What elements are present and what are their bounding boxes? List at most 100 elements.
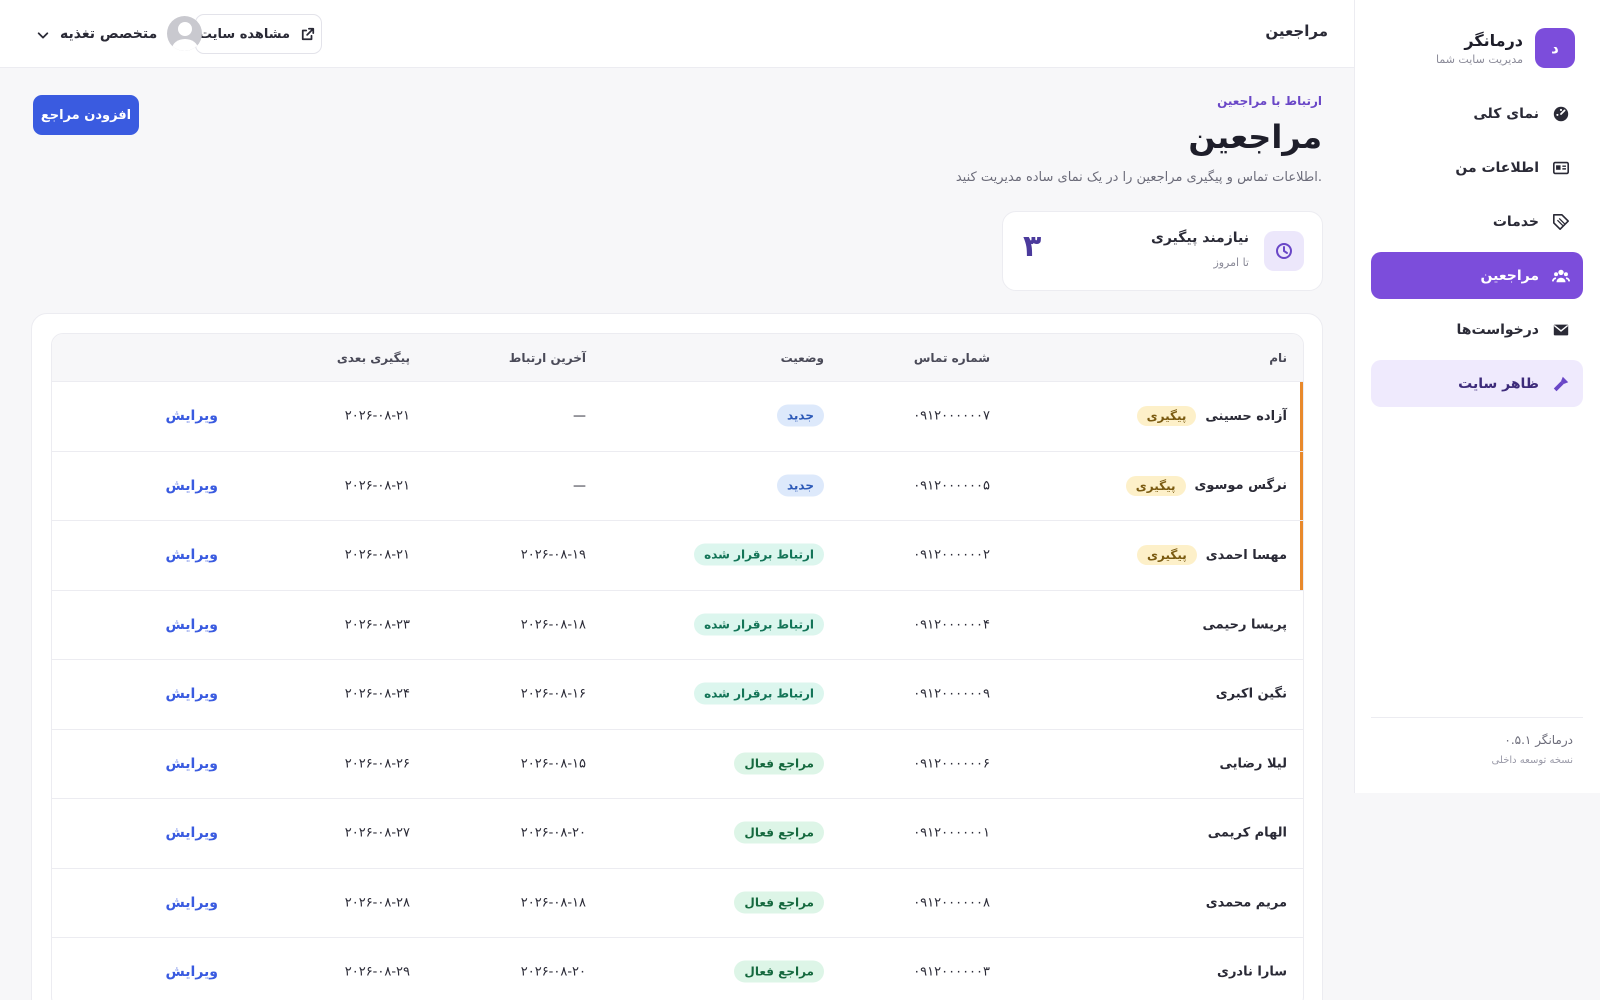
next-followup-date: ۲۰۲۶-۰۸-۲۱ bbox=[344, 408, 410, 424]
status-badge: مراجع فعال bbox=[734, 891, 824, 914]
sidebar-item-clients[interactable]: مراجعین bbox=[1371, 252, 1583, 299]
table-row[interactable]: آزاده حسینی پیگیری ۰۹۱۲۰۰۰۰۰۰۷ جدید — ۲۰۲۶-۰۸… bbox=[52, 382, 1303, 452]
client-name: لیلا رضایی bbox=[1219, 756, 1287, 772]
client-name: مریم محمدی bbox=[1205, 895, 1287, 911]
status-badge: ارتباط برقرار شده bbox=[694, 682, 824, 705]
table-row[interactable]: پریسا رحیمی ۰۹۱۲۰۰۰۰۰۰۴ ارتباط برقرار شده ۲… bbox=[52, 591, 1303, 660]
phone-number: ۰۹۱۲۰۰۰۰۰۰۹ bbox=[913, 686, 990, 702]
phone-number: ۰۹۱۲۰۰۰۰۰۰۲ bbox=[913, 547, 990, 563]
clients-table: نام شماره تماس وضعیت آخرین ارتباط پیگیری… bbox=[51, 333, 1304, 1000]
table-row[interactable]: سارا نادری ۰۹۱۲۰۰۰۰۰۰۳ مراجع فعال ۲۰۲۶-۰۸-۲… bbox=[52, 938, 1303, 1000]
edit-link[interactable]: ویرایش bbox=[165, 686, 218, 702]
stat-value: ۳ bbox=[1023, 229, 1042, 264]
column-header-last-contact: آخرین ارتباط bbox=[508, 350, 586, 365]
status-cell: ارتباط برقرار شده bbox=[694, 682, 824, 705]
page-description: اطلاعات تماس و پیگیری مراجعین را در یک ن… bbox=[955, 170, 1322, 185]
edit-link[interactable]: ویرایش bbox=[165, 547, 218, 563]
sidebar-divider bbox=[1371, 717, 1583, 718]
phone-number: ۰۹۱۲۰۰۰۰۰۰۳ bbox=[913, 964, 990, 980]
sidebar-item-overview[interactable]: نمای کلی bbox=[1371, 90, 1583, 137]
last-contact-date: ۲۰۲۶-۰۸-۱۵ bbox=[520, 756, 586, 772]
status-cell: جدید bbox=[776, 474, 824, 497]
client-name-cell: آزاده حسینی پیگیری bbox=[1136, 406, 1287, 427]
last-contact-date: ۲۰۲۶-۰۸-۱۸ bbox=[520, 617, 586, 633]
column-header-phone: شماره تماس bbox=[913, 350, 990, 365]
client-name: الهام کریمی bbox=[1207, 825, 1287, 841]
users-icon bbox=[1551, 266, 1571, 286]
sidebar-item-services[interactable]: خدمات bbox=[1371, 198, 1583, 245]
phone-number: ۰۹۱۲۰۰۰۰۰۰۶ bbox=[913, 756, 990, 772]
status-cell: مراجع فعال bbox=[734, 821, 824, 844]
table-row[interactable]: مریم محمدی ۰۹۱۲۰۰۰۰۰۰۸ مراجع فعال ۲۰۲۶-۰۸-۱… bbox=[52, 869, 1303, 938]
clients-table-card: نام شماره تماس وضعیت آخرین ارتباط پیگیری… bbox=[31, 313, 1323, 1000]
status-badge: ارتباط برقرار شده bbox=[694, 543, 824, 566]
client-name: آزاده حسینی bbox=[1205, 408, 1287, 424]
next-followup-date: ۲۰۲۶-۰۸-۲۴ bbox=[344, 686, 410, 702]
topbar-title: مراجعین bbox=[1265, 22, 1328, 40]
last-contact-date: ۲۰۲۶-۰۸-۲۰ bbox=[520, 964, 586, 980]
client-name: پریسا رحیمی bbox=[1202, 617, 1287, 633]
table-row[interactable]: نرگس موسوی پیگیری ۰۹۱۲۰۰۰۰۰۰۵ جدید — ۲۰۲۶-۰۸-… bbox=[52, 451, 1303, 521]
sidebar-item-label: ظاهر سایت bbox=[1458, 375, 1539, 392]
sidebar-item-my-info[interactable]: اطلاعات من bbox=[1371, 144, 1583, 191]
edit-link[interactable]: ویرایش bbox=[165, 617, 218, 633]
sidebar-item-label: درخواست‌ها bbox=[1456, 321, 1539, 338]
chevron-down-icon bbox=[36, 27, 50, 41]
status-cell: ارتباط برقرار شده bbox=[694, 613, 824, 636]
client-name-cell: سارا نادری bbox=[1217, 965, 1287, 980]
status-cell: مراجع فعال bbox=[734, 960, 824, 983]
version-info: درمانگر ۰.۵.۱ نسخه توسعه داخلی bbox=[1492, 733, 1573, 766]
followup-badge: پیگیری bbox=[1136, 406, 1197, 427]
status-badge: مراجع فعال bbox=[734, 821, 824, 844]
client-name: سارا نادری bbox=[1217, 964, 1287, 980]
phone-number: ۰۹۱۲۰۰۰۰۰۰۷ bbox=[913, 408, 990, 424]
stat-label: نیازمند پیگیری bbox=[1151, 230, 1249, 246]
last-contact-date: ۲۰۲۶-۰۸-۲۰ bbox=[520, 825, 586, 841]
table-header: نام شماره تماس وضعیت آخرین ارتباط پیگیری… bbox=[52, 334, 1303, 382]
user-name: متخصص تغذیه bbox=[60, 25, 158, 42]
edit-link[interactable]: ویرایش bbox=[165, 478, 218, 494]
status-cell: مراجع فعال bbox=[734, 891, 824, 914]
table-body: آزاده حسینی پیگیری ۰۹۱۲۰۰۰۰۰۰۷ جدید — ۲۰۲۶-۰۸… bbox=[52, 382, 1303, 1000]
next-followup-date: ۲۰۲۶-۰۸-۲۱ bbox=[344, 478, 410, 494]
sidebar-item-appearance[interactable]: ظاهر سایت bbox=[1371, 360, 1583, 407]
followup-badge: پیگیری bbox=[1137, 545, 1197, 566]
sidebar-item-label: اطلاعات من bbox=[1455, 159, 1539, 176]
next-followup-date: ۲۰۲۶-۰۸-۲۳ bbox=[344, 617, 410, 633]
client-name-cell: الهام کریمی bbox=[1208, 826, 1287, 841]
topbar: مراجعین مشاهده سایت متخصص تغذیه bbox=[0, 0, 1354, 68]
view-site-button[interactable]: مشاهده سایت bbox=[195, 14, 322, 54]
last-contact-date: ۲۰۲۶-۰۸-۱۶ bbox=[520, 686, 586, 702]
avatar bbox=[167, 16, 203, 51]
next-followup-date: ۲۰۲۶-۰۸-۲۹ bbox=[344, 964, 410, 980]
status-badge: مراجع فعال bbox=[734, 960, 824, 983]
user-menu[interactable]: متخصص تغذیه bbox=[36, 16, 203, 51]
edit-link[interactable]: ویرایش bbox=[165, 756, 218, 772]
status-badge: جدید bbox=[776, 474, 824, 497]
last-contact-date: — bbox=[573, 478, 586, 494]
next-followup-date: ۲۰۲۶-۰۸-۲۷ bbox=[344, 825, 410, 841]
edit-link[interactable]: ویرایش bbox=[165, 408, 218, 424]
edit-link[interactable]: ویرایش bbox=[165, 825, 218, 841]
edit-link[interactable]: ویرایش bbox=[165, 895, 218, 911]
brand[interactable]: د درمانگر مدیریت سایت شما bbox=[1436, 28, 1575, 68]
tag-icon bbox=[1551, 212, 1571, 232]
edit-link[interactable]: ویرایش bbox=[165, 964, 218, 980]
table-row[interactable]: نگین اکبری ۰۹۱۲۰۰۰۰۰۰۹ ارتباط برقرار شده ۲۰… bbox=[52, 660, 1303, 730]
page-title: مراجعین bbox=[1188, 118, 1322, 156]
sidebar-item-label: خدمات bbox=[1492, 213, 1539, 230]
add-client-button[interactable]: افزودن مراجع bbox=[33, 95, 139, 135]
brand-subtitle: مدیریت سایت شما bbox=[1435, 52, 1523, 66]
client-name-cell: پریسا رحیمی bbox=[1202, 617, 1287, 632]
client-name-cell: مهسا احمدی پیگیری bbox=[1137, 545, 1287, 566]
table-row[interactable]: الهام کریمی ۰۹۱۲۰۰۰۰۰۰۱ مراجع فعال ۲۰۲۶-۰۸-… bbox=[52, 799, 1303, 869]
phone-number: ۰۹۱۲۰۰۰۰۰۰۴ bbox=[913, 617, 990, 633]
last-contact-date: — bbox=[573, 408, 586, 424]
table-row[interactable]: مهسا احمدی پیگیری ۰۹۱۲۰۰۰۰۰۰۲ ارتباط برقرار… bbox=[52, 521, 1303, 591]
table-row[interactable]: لیلا رضایی ۰۹۱۲۰۰۰۰۰۰۶ مراجع فعال ۲۰۲۶-۰۸-۱… bbox=[52, 730, 1303, 799]
next-followup-date: ۲۰۲۶-۰۸-۲۶ bbox=[344, 756, 410, 772]
client-name: نرگس موسوی bbox=[1194, 478, 1287, 494]
status-badge: جدید bbox=[776, 404, 824, 427]
sidebar-item-requests[interactable]: درخواست‌ها bbox=[1371, 306, 1583, 353]
client-name: مهسا احمدی bbox=[1205, 547, 1287, 563]
